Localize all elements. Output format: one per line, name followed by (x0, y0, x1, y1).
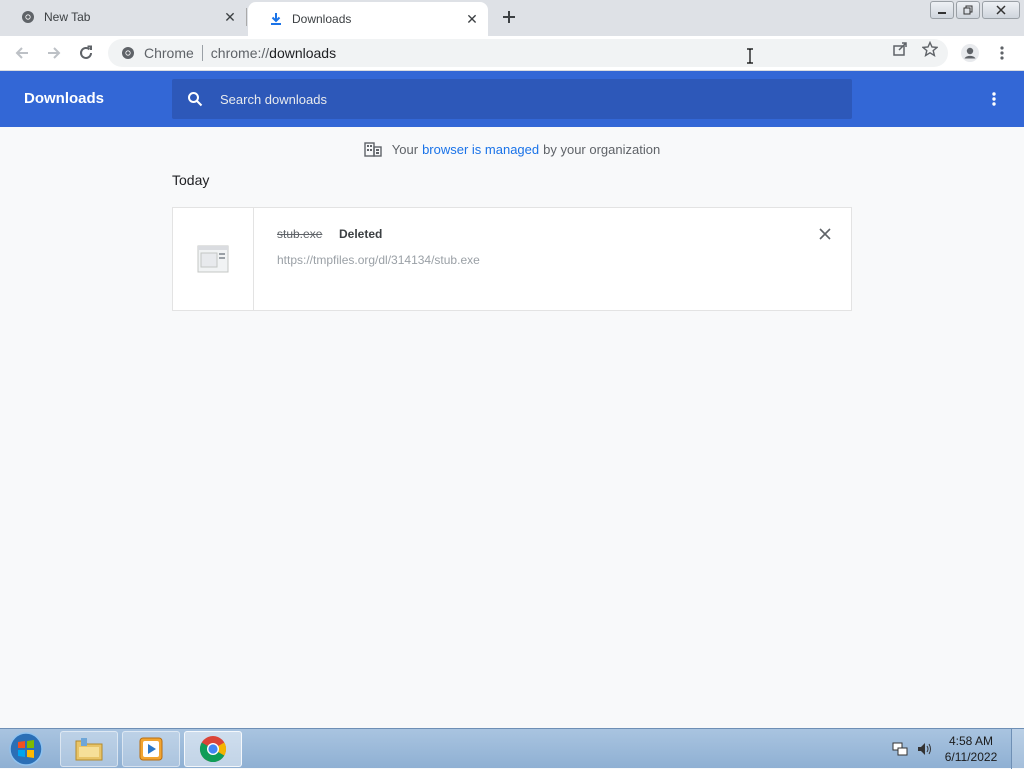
minimize-icon (938, 12, 946, 14)
chrome-icon (20, 9, 36, 25)
url-scheme: chrome:// (210, 45, 270, 61)
close-icon (996, 5, 1006, 15)
back-button[interactable] (10, 41, 34, 65)
browser-toolbar: Chrome chrome://downloads (0, 36, 1024, 71)
reload-icon (80, 45, 92, 59)
download-status: Deleted (339, 227, 383, 241)
tab-separator (246, 8, 247, 26)
tab-downloads[interactable]: Downloads ✕ (248, 2, 488, 36)
remove-from-list-button[interactable] (817, 226, 833, 242)
page-title: Downloads (24, 90, 105, 107)
site-chip-label: Chrome (144, 45, 194, 61)
taskbar-explorer[interactable] (60, 731, 118, 767)
forward-button[interactable] (42, 41, 66, 65)
address-bar[interactable]: Chrome chrome://downloads (108, 39, 948, 67)
arrow-left-icon (15, 47, 28, 59)
chrome-menu-button[interactable] (990, 41, 1014, 65)
profile-button[interactable] (958, 41, 982, 65)
media-player-icon (139, 737, 163, 761)
omnibox-actions (892, 40, 939, 62)
bookmark-star-icon[interactable] (921, 40, 939, 62)
search-icon (186, 90, 204, 108)
network-icon[interactable] (891, 740, 909, 758)
managed-notice: Your browser is managed by your organiza… (0, 140, 1024, 158)
text-cursor-icon (747, 48, 753, 64)
downloads-toolbar: Downloads (0, 71, 1024, 127)
search-field[interactable] (172, 79, 852, 119)
managed-suffix: by your organization (543, 141, 661, 157)
tab-strip: New Tab ✕ Downloads ✕ (0, 0, 1024, 36)
executable-file-icon (197, 245, 229, 273)
share-icon[interactable] (892, 41, 908, 62)
search-input[interactable] (218, 90, 822, 108)
clock-time: 4:58 AM (948, 734, 994, 748)
avatar-icon (961, 44, 979, 62)
restore-icon (963, 5, 973, 15)
managed-prefix: Your (391, 141, 419, 157)
close-icon (819, 228, 831, 240)
downloads-menu-button[interactable] (984, 89, 1004, 109)
taskbar-media-player[interactable] (122, 731, 180, 767)
chrome-icon (199, 736, 227, 763)
more-vert-icon (992, 92, 996, 106)
close-window-button[interactable] (982, 1, 1020, 19)
new-tab-button[interactable] (498, 6, 520, 28)
tab-title: Downloads (292, 12, 352, 26)
omnibox-divider (201, 45, 203, 61)
restore-button[interactable] (956, 1, 980, 19)
tab-title: New Tab (44, 10, 91, 24)
building-icon (364, 140, 382, 158)
minimize-button[interactable] (930, 1, 954, 19)
plus-icon (503, 11, 515, 23)
start-button[interactable] (6, 731, 46, 767)
close-tab-icon[interactable]: ✕ (222, 9, 238, 25)
file-name: stub.exe (277, 227, 323, 241)
system-tray: 4:58 AM 6/11/2022 (891, 729, 1024, 769)
close-tab-icon[interactable]: ✕ (464, 11, 480, 27)
date-heading: Today (172, 172, 210, 188)
reload-button[interactable] (74, 41, 98, 65)
download-icon (268, 11, 284, 27)
file-icon-cell (173, 208, 254, 310)
clock-date: 6/11/2022 (944, 750, 998, 764)
window-controls (930, 0, 1024, 19)
download-item: stub.exe Deleted https://tmpfiles.org/dl… (172, 207, 852, 311)
chrome-icon (120, 45, 136, 61)
tab-new-tab[interactable]: New Tab ✕ (0, 0, 246, 34)
managed-link[interactable]: browser is managed (422, 142, 539, 157)
taskbar-chrome[interactable] (184, 731, 242, 767)
more-vert-icon (1000, 46, 1004, 60)
clock[interactable]: 4:58 AM 6/11/2022 (939, 733, 1003, 765)
volume-icon[interactable] (915, 740, 933, 758)
source-url[interactable]: https://tmpfiles.org/dl/314134/stub.exe (277, 253, 480, 267)
show-desktop-button[interactable] (1011, 729, 1024, 769)
url-host: downloads (269, 45, 337, 61)
windows-logo-icon (9, 732, 43, 766)
windows-taskbar: 4:58 AM 6/11/2022 (0, 728, 1024, 769)
folder-icon (75, 738, 103, 761)
arrow-right-icon (48, 47, 61, 59)
